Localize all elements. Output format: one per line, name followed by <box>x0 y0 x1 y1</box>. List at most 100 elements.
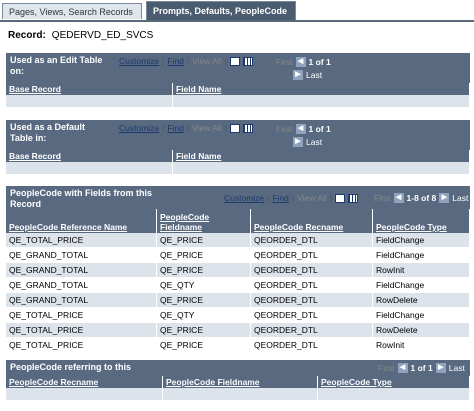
table-row: QE_TOTAL_PRICE QE_PRICE QEORDER_DTL Fiel… <box>6 233 470 248</box>
table-row <box>6 388 470 401</box>
view-all-link[interactable]: View All <box>192 56 222 66</box>
grid-pager: First ◀ 1-8 of 8 ▶ Last <box>374 193 468 203</box>
next-arrow-icon[interactable]: ▶ <box>293 137 303 147</box>
separator: | <box>267 193 270 203</box>
next-arrow-icon[interactable]: ▶ <box>293 70 303 80</box>
table-cell <box>172 95 470 108</box>
table-cell: QE_PRICE <box>156 337 251 353</box>
grid-title: Used as a Default Table in: <box>10 122 86 143</box>
view-all-link[interactable]: View All <box>297 193 327 203</box>
find-link[interactable]: Find <box>272 193 289 203</box>
default-table-table: Base Record Field Name <box>6 150 470 175</box>
table-row: QE_GRAND_TOTAL QE_PRICE QEORDER_DTL RowD… <box>6 292 470 308</box>
table-row <box>6 95 470 108</box>
separator: | <box>329 193 332 203</box>
tab-pages-views-search-records[interactable]: Pages, Views, Search Records <box>2 3 142 19</box>
table-row: QE_TOTAL_PRICE QE_QTY QEORDER_DTL FieldC… <box>6 307 470 323</box>
column-header-base-record[interactable]: Base Record <box>6 83 173 95</box>
column-header-field-name[interactable]: Field Name <box>172 150 470 162</box>
table-cell: QE_PRICE <box>156 247 251 263</box>
grid-nav: Customize | Find | View All | <box>119 56 253 66</box>
column-header-fieldname[interactable]: PeopleCode Fieldname <box>162 376 318 388</box>
table-row: QE_GRAND_TOTAL QE_PRICE QEORDER_DTL RowI… <box>6 262 470 278</box>
download-grid-icon[interactable] <box>242 123 253 133</box>
customize-link[interactable]: Customize <box>119 56 159 66</box>
table-row <box>6 162 470 175</box>
separator: | <box>291 193 295 203</box>
grid-title: PeopleCode with Fields from this Record <box>10 188 153 209</box>
column-header-recname[interactable]: PeopleCode Recname <box>250 209 373 233</box>
table-cell: QE_TOTAL_PRICE <box>6 307 157 323</box>
find-link[interactable]: Find <box>167 56 184 66</box>
grid-title: Used as an Edit Table on: <box>10 55 103 76</box>
table-row: QE_TOTAL_PRICE QE_PRICE QEORDER_DTL RowI… <box>6 337 470 353</box>
column-header-type[interactable]: PeopleCode Type <box>372 209 470 233</box>
table-row: QE_GRAND_TOTAL QE_QTY QEORDER_DTL FieldC… <box>6 277 470 293</box>
table-cell: QE_PRICE <box>156 233 251 248</box>
last-label: Last <box>306 70 323 80</box>
edit-table-grid: Used as an Edit Table on: Customize | Fi… <box>6 53 470 108</box>
download-grid-icon[interactable] <box>347 193 358 203</box>
column-header-reference-name[interactable]: PeopleCode Reference Name <box>6 209 157 233</box>
table-cell: QE_TOTAL_PRICE <box>6 337 157 353</box>
find-link[interactable]: Find <box>167 123 184 133</box>
peoplecode-fields-table: PeopleCode Reference Name PeopleCode Fie… <box>6 209 470 353</box>
table-cell: QE_TOTAL_PRICE <box>6 322 157 338</box>
next-arrow-icon[interactable]: ▶ <box>435 363 446 373</box>
table-cell: QEORDER_DTL <box>250 307 373 323</box>
table-cell: FieldChange <box>372 307 470 323</box>
table-cell: QEORDER_DTL <box>250 262 373 278</box>
zoom-icon[interactable] <box>229 56 240 66</box>
table-cell: QEORDER_DTL <box>250 292 373 308</box>
view-all-link[interactable]: View All <box>192 123 222 133</box>
peoplecode-referring-table: PeopleCode Recname PeopleCode Fieldname … <box>6 376 470 401</box>
table-cell: QEORDER_DTL <box>250 337 373 353</box>
prev-arrow-icon[interactable]: ◀ <box>295 124 306 134</box>
record-value: QEDERVD_ED_SVCS <box>51 30 154 41</box>
table-cell <box>6 162 173 175</box>
grid-pager: First ◀ 1 of 1 ▶ Last <box>378 363 465 373</box>
column-header-type[interactable]: PeopleCode Type <box>317 376 470 388</box>
column-header-field-name[interactable]: Field Name <box>172 83 470 95</box>
first-label: First <box>378 363 395 373</box>
table-cell: RowInit <box>372 337 470 353</box>
separator: | <box>224 123 227 133</box>
column-header-fieldname[interactable]: PeopleCode Fieldname <box>156 209 251 233</box>
row-count: 1 of 1 <box>308 124 331 134</box>
first-label: First <box>276 57 293 67</box>
table-cell: QE_TOTAL_PRICE <box>6 233 157 248</box>
peoplecode-fields-grid: PeopleCode with Fields from this Record … <box>6 186 470 353</box>
customize-link[interactable]: Customize <box>119 123 159 133</box>
prev-arrow-icon[interactable]: ◀ <box>397 363 408 373</box>
column-header-base-record[interactable]: Base Record <box>6 150 173 162</box>
customize-link[interactable]: Customize <box>224 193 264 203</box>
first-label: First <box>276 124 293 134</box>
table-cell: QE_PRICE <box>156 322 251 338</box>
zoom-icon[interactable] <box>229 123 240 133</box>
table-cell <box>6 95 173 108</box>
table-cell: QE_QTY <box>156 277 251 293</box>
edit-table-grid-header: Used as an Edit Table on: Customize | Fi… <box>6 53 470 83</box>
next-arrow-icon[interactable]: ▶ <box>439 193 450 203</box>
table-cell: FieldChange <box>372 233 470 248</box>
grid-pager: First ◀ 1 of 1 <box>276 57 331 67</box>
table-cell: QE_GRAND_TOTAL <box>6 277 157 293</box>
last-label: Last <box>448 363 465 373</box>
prev-arrow-icon[interactable]: ◀ <box>295 57 306 67</box>
table-cell: QE_QTY <box>156 307 251 323</box>
tab-prompts-defaults-peoplecode[interactable]: Prompts, Defaults, PeopleCode <box>146 1 296 20</box>
table-cell: RowDelete <box>372 322 470 338</box>
peoplecode-referring-grid-header: PeopleCode referring to this First ◀ 1 o… <box>6 360 470 376</box>
grid-title: PeopleCode referring to this <box>10 362 132 372</box>
zoom-icon[interactable] <box>334 193 345 203</box>
tab-bar: Pages, Views, Search Records Prompts, De… <box>0 0 474 22</box>
table-cell: RowInit <box>372 262 470 278</box>
column-header-recname[interactable]: PeopleCode Recname <box>6 376 163 388</box>
table-cell <box>172 162 470 175</box>
download-grid-icon[interactable] <box>242 56 253 66</box>
table-cell: QE_GRAND_TOTAL <box>6 262 157 278</box>
separator: | <box>224 56 227 66</box>
record-label: Record: <box>8 30 46 41</box>
prev-arrow-icon[interactable]: ◀ <box>393 193 404 203</box>
default-table-grid-header: Used as a Default Table in: Customize | … <box>6 120 470 150</box>
